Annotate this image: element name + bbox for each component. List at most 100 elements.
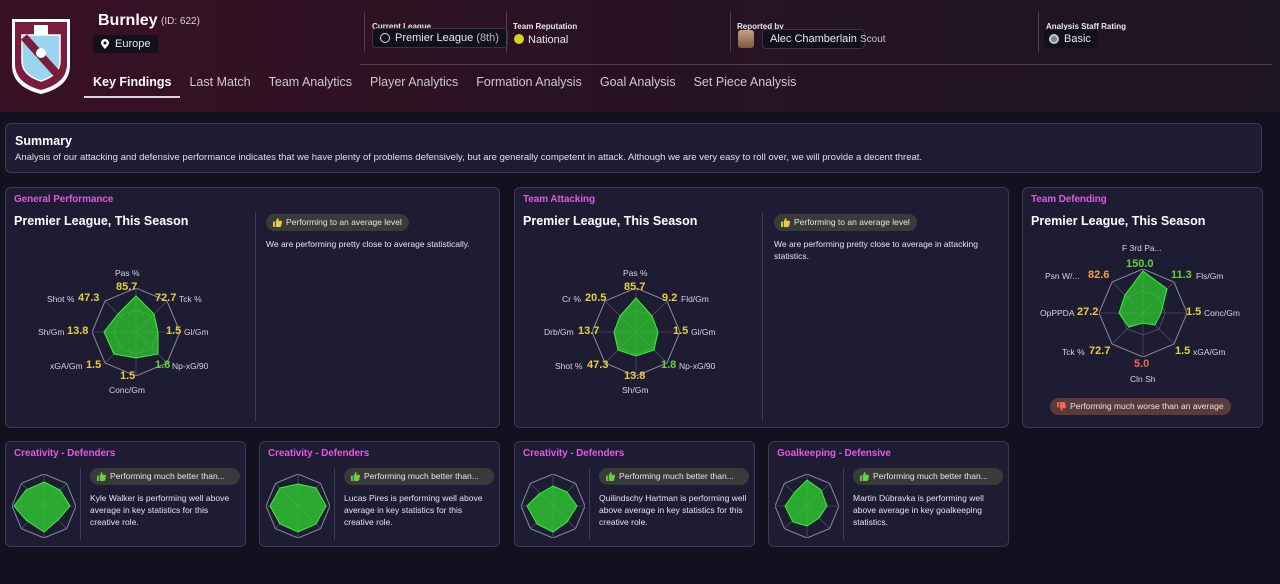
panel-subtitle: Premier League, This Season — [14, 214, 189, 228]
stat-label: Sh/Gm — [38, 327, 65, 337]
card-title: Creativity - Defenders — [523, 448, 625, 459]
region-pill[interactable]: Europe — [93, 35, 159, 53]
tab-key-findings[interactable]: Key Findings — [84, 68, 181, 98]
stat-value: 5.0 — [1134, 358, 1150, 370]
status-badge: Performing much worse than an average — [1050, 398, 1231, 415]
stat-value: 85.7 — [624, 281, 646, 293]
stat-value: 1.8 — [661, 359, 677, 371]
tab-formation-analysis[interactable]: Formation Analysis — [467, 68, 591, 98]
card-title: Goalkeeping - Defensive — [777, 448, 891, 459]
league-icon — [380, 33, 390, 43]
stat-value: 82.6 — [1088, 269, 1110, 281]
general-performance-panel[interactable]: General Performance Premier League, This… — [5, 187, 500, 428]
header-divider — [360, 64, 1272, 65]
insight-card[interactable]: Creativity - Defenders Performing much b… — [259, 441, 500, 547]
divider — [364, 12, 365, 52]
status-badge: Performing much better than... — [853, 468, 1003, 485]
insight-card[interactable]: Creativity - Defenders Performing much b… — [5, 441, 246, 547]
stat-value: 1.5 — [1186, 306, 1202, 318]
stat-value: 13.8 — [624, 370, 646, 382]
divider — [843, 468, 844, 540]
stat-label: Np-xG/90 — [172, 361, 209, 371]
region-label: Europe — [115, 38, 151, 50]
insight-card[interactable]: Goalkeeping - Defensive Performing much … — [768, 441, 1009, 547]
stat-label: Shot % — [555, 361, 583, 371]
divider — [334, 468, 335, 540]
scout-role: Scout — [860, 34, 886, 45]
divider — [506, 12, 507, 52]
stat-label: Tck % — [179, 294, 202, 304]
card-radar-chart — [775, 474, 839, 538]
league-position: (8th) — [476, 32, 499, 44]
panel-title: General Performance — [14, 194, 114, 205]
tab-team-analytics[interactable]: Team Analytics — [260, 68, 361, 98]
thumbs-up-icon — [606, 472, 615, 481]
team-attacking-panel[interactable]: Team Attacking Premier League, This Seas… — [514, 187, 1009, 428]
tab-player-analytics[interactable]: Player Analytics — [361, 68, 467, 98]
insight-card[interactable]: Creativity - Defenders Performing much b… — [514, 441, 755, 547]
status-badge: Performing to an average level — [774, 214, 917, 231]
stat-label: Conc/Gm — [109, 385, 145, 395]
stat-label: Np-xG/90 — [679, 361, 716, 371]
stat-value: 9.2 — [662, 292, 678, 304]
stat-label: Pas % — [115, 268, 140, 278]
thumbs-up-icon — [273, 218, 282, 227]
thumbs-up-icon — [351, 472, 360, 481]
tab-set-piece-analysis[interactable]: Set Piece Analysis — [685, 68, 806, 98]
stat-value: 20.5 — [585, 292, 607, 304]
stat-label: Fld/Gm — [681, 294, 709, 304]
team-id: (ID: 622) — [161, 16, 200, 27]
divider — [1038, 12, 1039, 52]
stat-label: Gl/Gm — [184, 327, 209, 337]
thumbs-up-icon — [860, 472, 869, 481]
stat-label: xGA/Gm — [50, 361, 83, 371]
stat-label: Cr % — [562, 294, 581, 304]
divider — [255, 212, 256, 422]
panel-subtitle: Premier League, This Season — [523, 214, 698, 228]
stat-label: Tck % — [1062, 347, 1085, 357]
stat-value: 11.3 — [1171, 269, 1192, 281]
stat-label: OpPPDA — [1040, 308, 1075, 318]
stat-value: 72.7 — [155, 292, 177, 304]
thumbs-down-icon — [1057, 402, 1066, 411]
panel-title: Team Attacking — [523, 194, 595, 205]
staff-rating-pill: Basic — [1044, 30, 1097, 48]
reputation-icon — [514, 34, 524, 44]
divider — [762, 212, 763, 422]
summary-title: Summary — [15, 134, 72, 148]
reputation-value: National — [514, 34, 568, 46]
stat-label: Sh/Gm — [622, 385, 649, 395]
panel-subtitle: Premier League, This Season — [1031, 214, 1206, 228]
panel-text: We are performing pretty close to averag… — [774, 239, 978, 261]
tab-goal-analysis[interactable]: Goal Analysis — [591, 68, 685, 98]
divider — [80, 468, 81, 540]
divider — [589, 468, 590, 540]
stat-label: F 3rd Pa... — [1122, 243, 1162, 253]
card-title: Creativity - Defenders — [268, 448, 370, 459]
thumbs-up-icon — [97, 472, 106, 481]
stat-label: Shot % — [47, 294, 75, 304]
stat-value: 1.5 — [673, 325, 689, 337]
stat-label: Drb/Gm — [544, 327, 574, 337]
club-crest-icon — [12, 19, 70, 94]
stat-value: 13.7 — [578, 325, 600, 337]
header: Burnley (ID: 622) Europe Current League … — [0, 0, 1280, 112]
stat-label: xGA/Gm — [1193, 347, 1226, 357]
tab-last-match[interactable]: Last Match — [180, 68, 259, 98]
card-text: Martin Dúbravka is performing well above… — [853, 493, 984, 527]
scout-name-button[interactable]: Alec Chamberlain — [762, 29, 865, 49]
league-pill[interactable]: Premier League (8th) — [372, 28, 508, 48]
stat-value: 1.8 — [155, 359, 171, 371]
status-badge: Performing to an average level — [266, 214, 409, 231]
summary-text: Analysis of our attacking and defensive … — [15, 152, 923, 163]
league-name: Premier League — [395, 32, 474, 44]
reputation-label: Team Reputation — [513, 22, 578, 31]
status-badge: Performing much better than... — [90, 468, 240, 485]
card-text: Quilindschy Hartman is performing well a… — [599, 493, 747, 527]
thumbs-up-icon — [781, 218, 790, 227]
tab-bar: Key Findings Last Match Team Analytics P… — [84, 68, 805, 100]
summary-panel: Summary Analysis of our attacking and de… — [5, 123, 1262, 173]
stat-value: 13.8 — [67, 325, 89, 337]
team-defending-panel[interactable]: Team Defending Premier League, This Seas… — [1022, 187, 1263, 428]
team-name: Burnley — [98, 12, 158, 29]
